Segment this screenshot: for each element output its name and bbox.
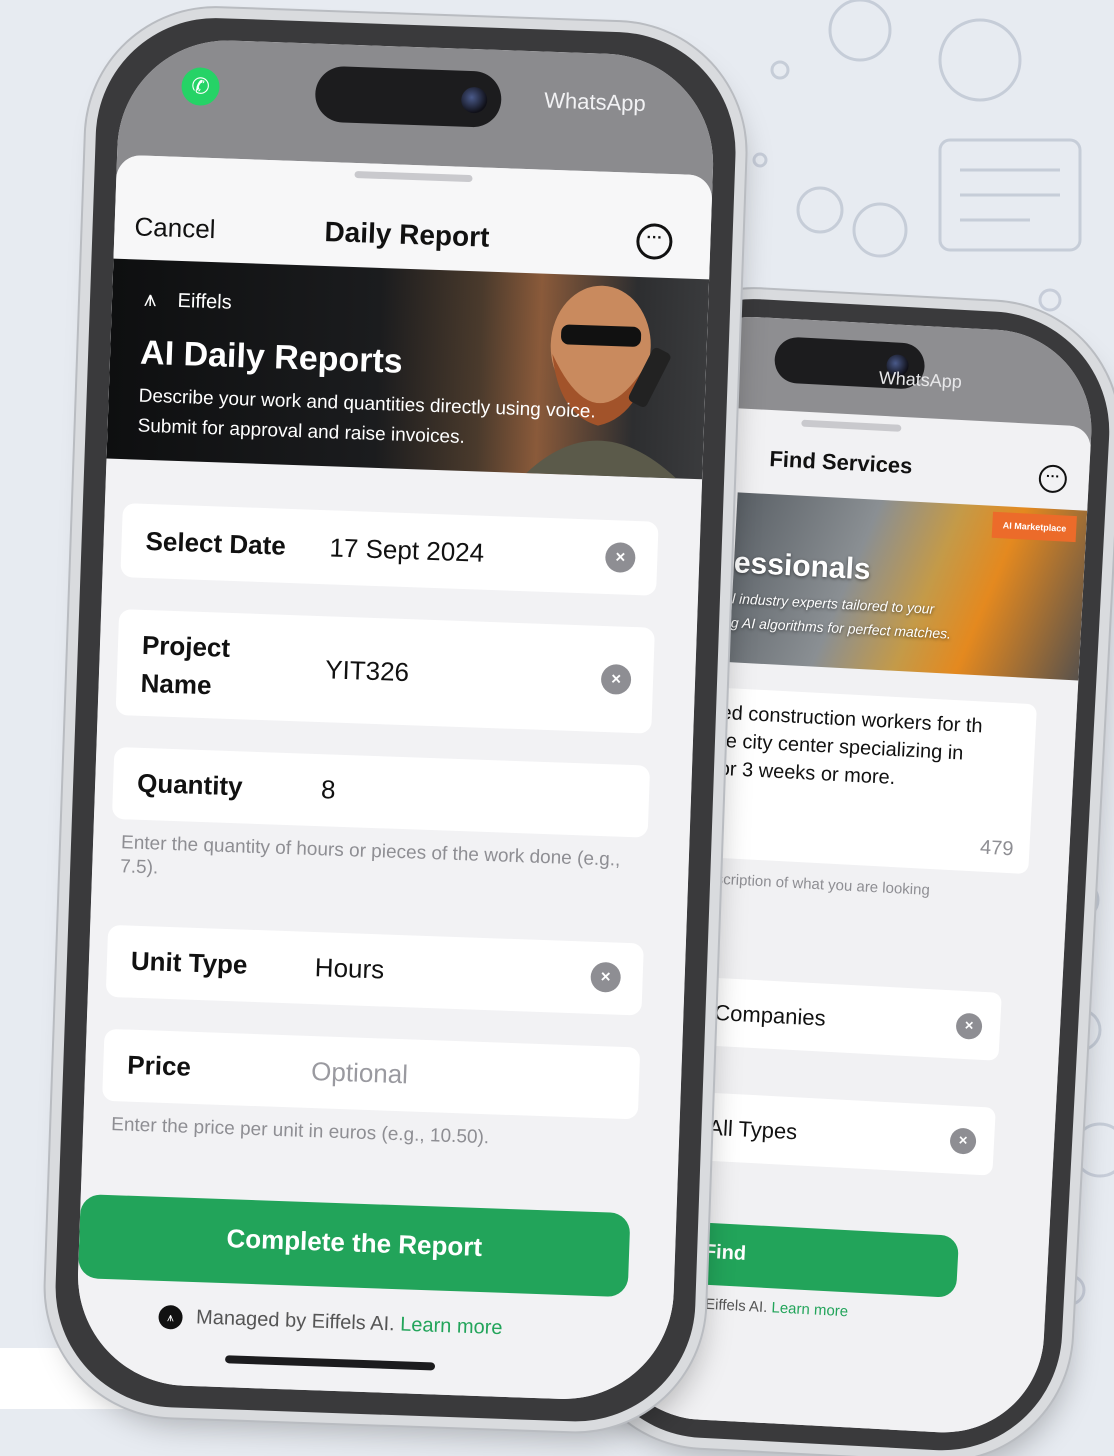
home-indicator[interactable] — [224, 1355, 436, 1371]
request-textarea[interactable]: ied construction workers for th he city … — [708, 687, 1038, 875]
sheet-header: Cancel Daily Report ··· — [113, 154, 713, 280]
grab-handle[interactable] — [354, 170, 473, 183]
grab-handle[interactable] — [801, 419, 902, 432]
find-button-label: Find — [703, 1240, 747, 1265]
price-field[interactable]: Price Optional — [102, 1028, 641, 1120]
camera-icon — [460, 86, 488, 114]
find-button[interactable]: Find — [686, 1221, 960, 1298]
price-hint: Enter the price per unit in euros (e.g.,… — [110, 1114, 490, 1149]
eiffels-logo-icon: ⩚ — [158, 1304, 183, 1330]
managed-by-text: ⩚ Managed by Eiffels AI. Learn more — [158, 1304, 503, 1341]
learn-more-link[interactable]: Learn more — [400, 1314, 503, 1340]
unit-label: Unit Type — [130, 945, 248, 980]
banner-title: essionals — [733, 546, 872, 587]
whatsapp-icon: ✆ — [180, 66, 221, 107]
managed-label: by Eiffels AI. — [684, 1294, 768, 1317]
sheet-title: Daily Report — [324, 215, 490, 253]
learn-more-link[interactable]: Learn more — [771, 1299, 849, 1320]
request-line-3: for 3 weeks or more. — [712, 757, 896, 790]
quantity-field[interactable]: Quantity 8 — [111, 746, 651, 838]
character-count: 479 — [979, 836, 1014, 861]
brand: ⩚ Eiffels — [144, 286, 233, 315]
eiffels-logo-icon: ⩚ — [143, 285, 157, 312]
banner-line-1: l industry experts tailored to your — [731, 590, 935, 617]
date-field[interactable]: Select Date 17 Sept 2024 × — [120, 503, 659, 596]
price-input[interactable]: Optional — [311, 1056, 409, 1090]
date-value: 17 Sept 2024 — [329, 532, 485, 568]
front-phone: ✆ WhatsApp Cancel Daily Report ··· ⩚ Eif… — [51, 14, 740, 1426]
clear-icon[interactable]: × — [955, 1012, 983, 1040]
clear-icon[interactable]: × — [949, 1127, 977, 1155]
date-label: Select Date — [145, 525, 287, 561]
marketplace-badge: AI Marketplace — [992, 511, 1077, 543]
quantity-label: Quantity — [136, 767, 244, 802]
quantity-hint: Enter the quantity of hours or pieces of… — [119, 832, 621, 879]
brand-name: Eiffels — [177, 289, 233, 314]
companies-select[interactable]: Companies × — [698, 977, 1002, 1061]
clear-icon[interactable]: × — [604, 541, 636, 574]
hero-title: AI Daily Reports — [139, 333, 404, 381]
project-label: Project Name — [140, 629, 231, 701]
request-hint: escription of what you are looking — [706, 870, 931, 899]
managed-by-text: by Eiffels AI. Learn more — [685, 1295, 849, 1321]
cancel-button[interactable]: Cancel — [134, 211, 216, 245]
project-value: YIT326 — [324, 654, 410, 688]
types-select[interactable]: All Types × — [692, 1092, 996, 1176]
unit-type-field[interactable]: Unit Type Hours × — [105, 924, 644, 1016]
whatsapp-label: WhatsApp — [543, 87, 647, 117]
front-phone-screen: ✆ WhatsApp Cancel Daily Report ··· ⩚ Eif… — [74, 36, 717, 1403]
project-name-field[interactable]: Project Name YIT326 × — [115, 609, 655, 734]
quantity-value: 8 — [320, 774, 337, 805]
companies-value: Companies — [713, 999, 827, 1031]
clear-icon[interactable]: × — [600, 663, 632, 695]
dynamic-island — [314, 65, 503, 129]
hero-banner: ⩚ Eiffels AI Daily Reports Describe your… — [106, 258, 710, 480]
daily-report-sheet: Cancel Daily Report ··· ⩚ Eiffels AI Dai… — [74, 154, 713, 1403]
more-icon[interactable]: ··· — [635, 222, 674, 261]
managed-label: Managed by Eiffels AI. — [195, 1306, 396, 1336]
price-label: Price — [126, 1049, 192, 1082]
complete-report-label: Complete the Report — [225, 1223, 483, 1263]
banner-line-2: g AI algorithms for perfect matches. — [730, 614, 952, 642]
more-icon[interactable]: ··· — [1038, 464, 1068, 494]
clear-icon[interactable]: × — [590, 961, 622, 993]
sheet-title: Find Services — [768, 446, 914, 479]
whatsapp-label: WhatsApp — [878, 367, 963, 392]
complete-report-button[interactable]: Complete the Report — [77, 1194, 631, 1298]
unit-value: Hours — [314, 952, 385, 985]
types-value: All Types — [707, 1114, 798, 1145]
marketplace-banner: AI Marketplace essionals l industry expe… — [728, 492, 1088, 681]
